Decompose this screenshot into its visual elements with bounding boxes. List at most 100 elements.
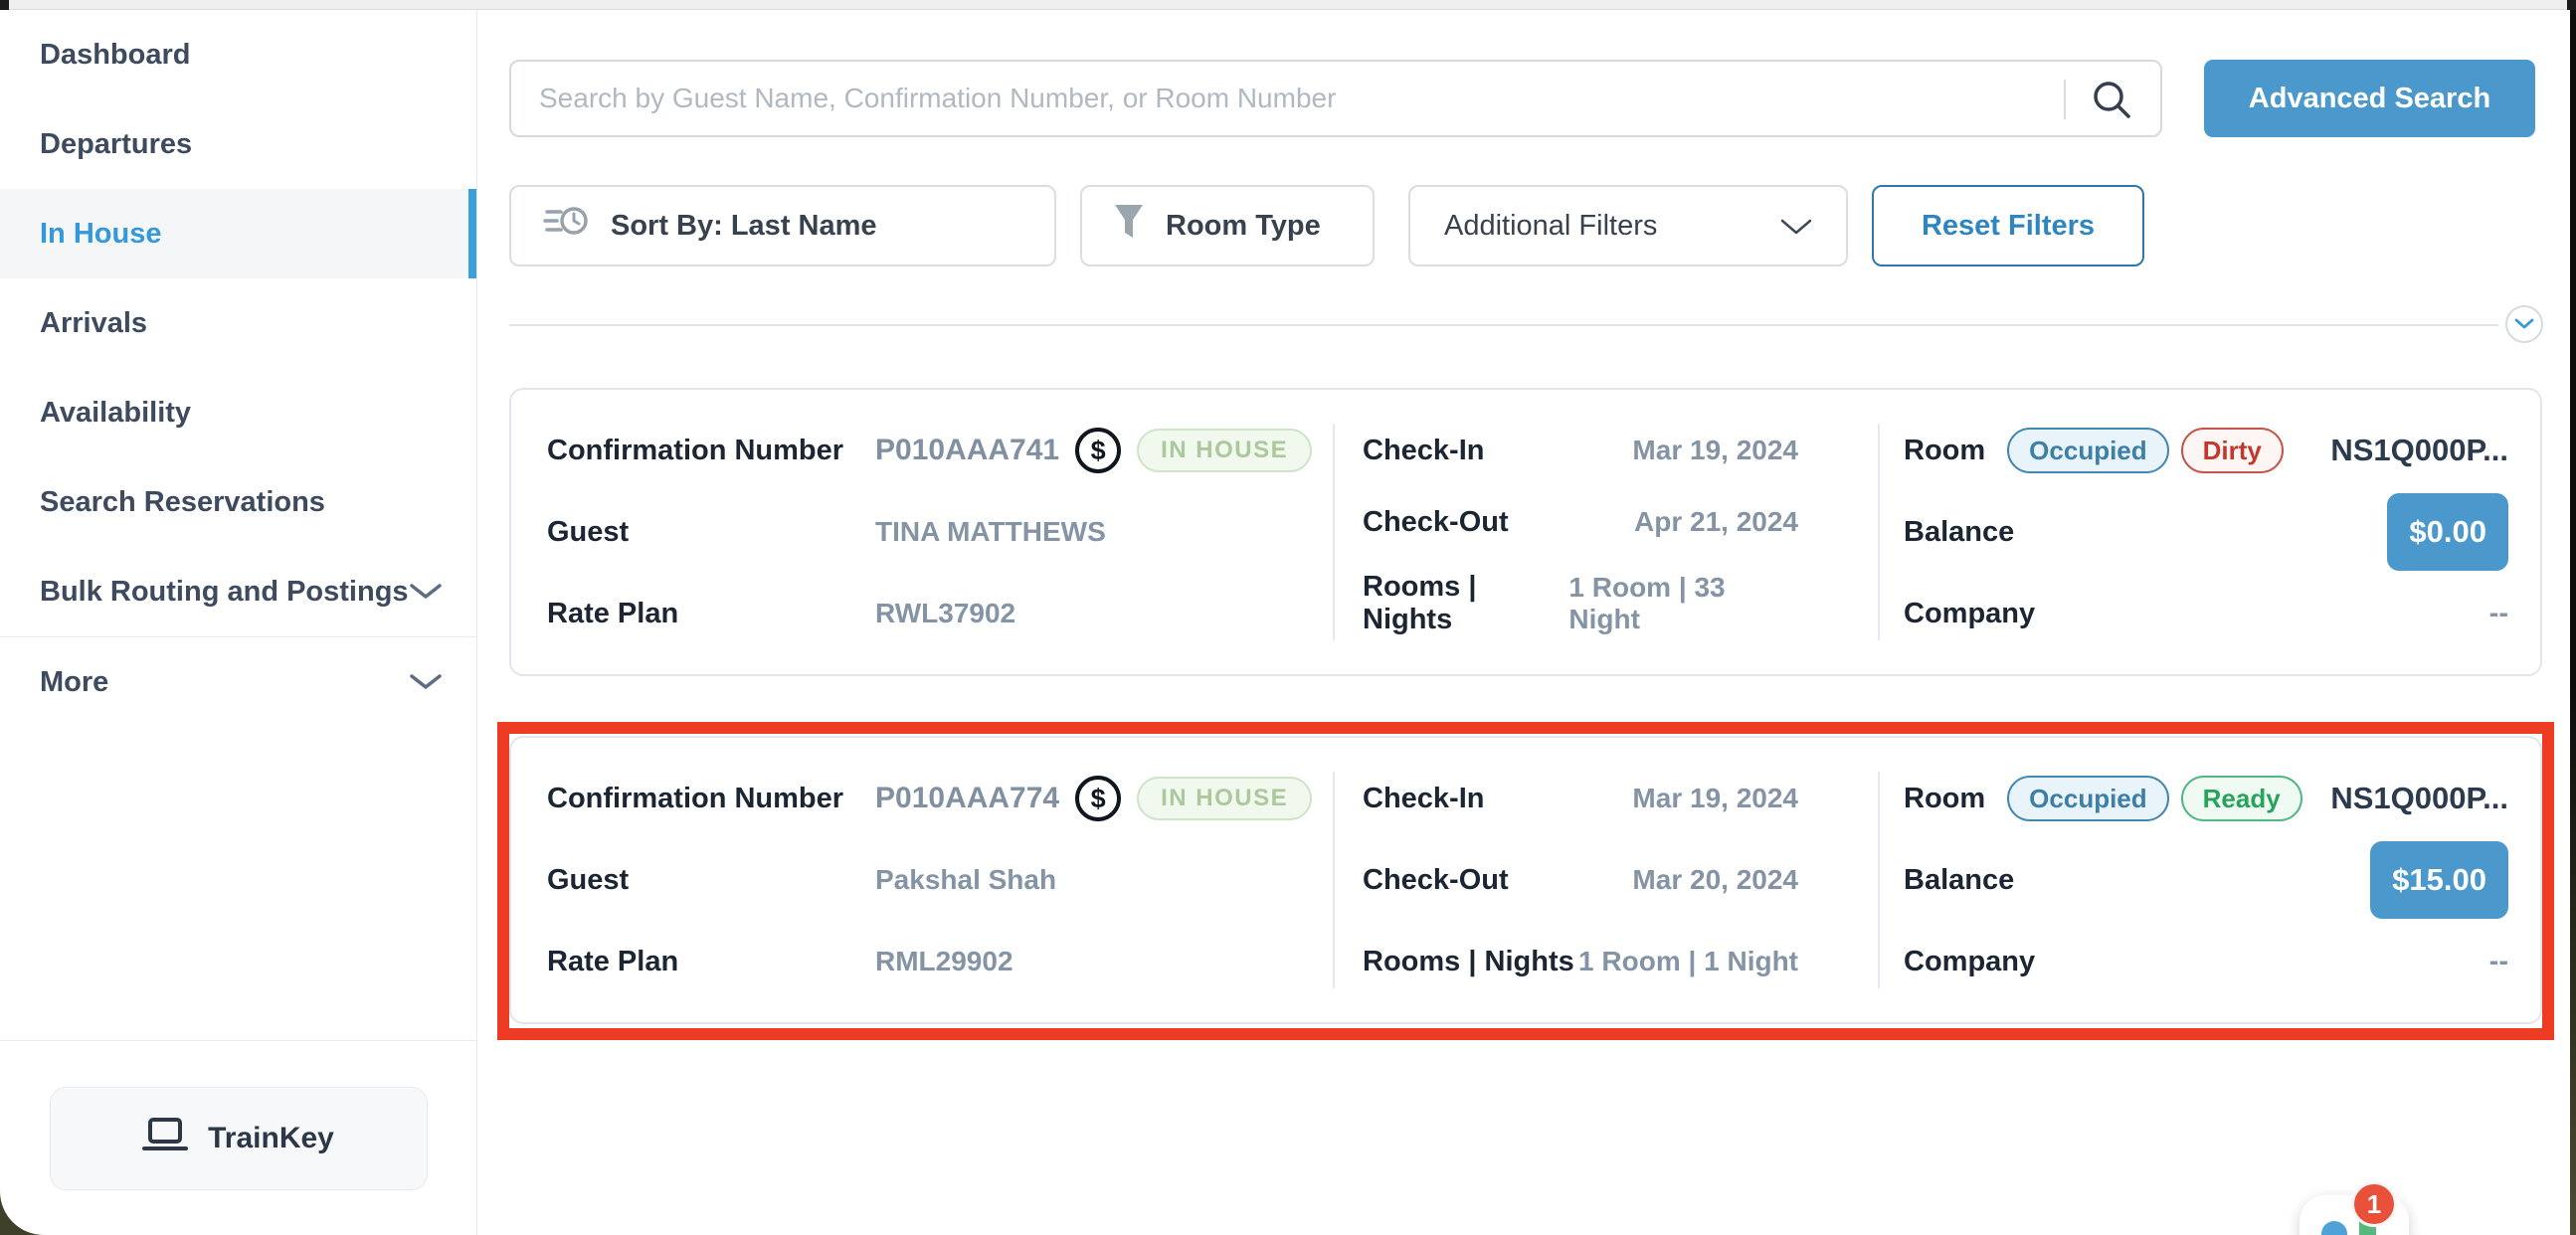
sidebar-item-label: Dashboard xyxy=(40,39,190,72)
balance-row: Balance $0.00 xyxy=(1904,493,2508,571)
additional-filters-label: Additional Filters xyxy=(1444,210,1657,243)
confirmation-number[interactable]: P010AAA774 xyxy=(875,782,1059,815)
sidebar-item-label: More xyxy=(40,666,108,699)
in-house-status-badge: IN HOUSE xyxy=(1137,777,1312,820)
sidebar-item-arrivals[interactable]: Arrivals xyxy=(0,278,476,368)
card-guest-section: Confirmation Number P010AAA741 $ IN HOUS… xyxy=(547,428,1323,636)
company-value: -- xyxy=(2489,598,2508,630)
rooms-nights-value: 1 Room | 33 Night xyxy=(1568,572,1798,635)
search-input[interactable] xyxy=(509,60,2162,137)
card-divider xyxy=(1333,424,1335,640)
check-in-date: Mar 19, 2024 xyxy=(1632,783,1798,814)
confirmation-row: Confirmation Number P010AAA741 $ IN HOUS… xyxy=(547,428,1323,473)
sidebar-item-search-reservations[interactable]: Search Reservations xyxy=(0,457,476,547)
rooms-nights-row: Rooms | Nights 1 Room | 33 Night xyxy=(1363,571,1798,636)
sidebar-item-label: Arrivals xyxy=(40,307,147,340)
collapse-chevron-button[interactable] xyxy=(2505,305,2543,343)
housekeeping-status-pill: Ready xyxy=(2181,776,2302,821)
search-icon[interactable] xyxy=(2088,76,2135,123)
card-room-section: Room Occupied Ready NS1Q000P... Balance … xyxy=(1904,776,2508,984)
sort-clock-icon xyxy=(543,202,589,250)
rate-plan-label: Rate Plan xyxy=(547,946,875,978)
company-row: Company -- xyxy=(1904,591,2508,636)
guest-label: Guest xyxy=(547,864,875,897)
company-value: -- xyxy=(2489,946,2508,978)
payment-dollar-icon[interactable]: $ xyxy=(1075,428,1121,473)
check-in-label: Check-In xyxy=(1363,435,1484,467)
check-out-date: Apr 21, 2024 xyxy=(1634,506,1798,538)
check-in-date: Mar 19, 2024 xyxy=(1632,435,1798,466)
check-out-row: Check-Out Mar 20, 2024 xyxy=(1363,857,1798,903)
sidebar-item-more[interactable]: More xyxy=(0,637,476,727)
company-label: Company xyxy=(1904,946,2035,978)
room-number: NS1Q000P... xyxy=(2330,781,2508,816)
trainkey-button[interactable]: TrainKey xyxy=(50,1087,428,1190)
confirmation-number[interactable]: P010AAA741 xyxy=(875,434,1059,467)
rate-plan-row: Rate Plan RWL37902 xyxy=(547,591,1323,636)
rate-plan-value: RWL37902 xyxy=(875,598,1015,629)
balance-button[interactable]: $15.00 xyxy=(2370,841,2508,919)
sidebar-item-in-house[interactable]: In House xyxy=(0,189,476,278)
room-row: Room Occupied Ready NS1Q000P... xyxy=(1904,776,2508,821)
sidebar-item-dashboard[interactable]: Dashboard xyxy=(0,10,476,99)
reset-filters-button[interactable]: Reset Filters xyxy=(1872,185,2144,266)
reservation-card[interactable]: Confirmation Number P010AAA741 $ IN HOUS… xyxy=(509,388,2542,676)
sidebar-item-label: Bulk Routing and Postings xyxy=(40,576,409,609)
sidebar-item-bulk-routing[interactable]: Bulk Routing and Postings xyxy=(0,547,476,636)
rate-plan-label: Rate Plan xyxy=(547,598,875,630)
helper-app-widget: 1 xyxy=(2300,1195,2459,1235)
rate-plan-row: Rate Plan RML29902 xyxy=(547,939,1323,984)
desktop-edge-strip xyxy=(2569,10,2576,1235)
payment-dollar-icon[interactable]: $ xyxy=(1075,776,1121,821)
sort-by-dropdown[interactable]: Sort By: Last Name xyxy=(509,185,1056,266)
top-right-corner xyxy=(2567,0,2576,10)
chevron-down-icon xyxy=(409,666,443,699)
balance-label: Balance xyxy=(1904,516,2014,549)
room-number: NS1Q000P... xyxy=(2330,433,2508,468)
sidebar: Dashboard Departures In House Arrivals A… xyxy=(0,10,477,1235)
guest-row: Guest Pakshal Shah xyxy=(547,857,1323,903)
check-out-label: Check-Out xyxy=(1363,506,1509,539)
additional-filters-dropdown[interactable]: Additional Filters xyxy=(1408,185,1848,266)
company-label: Company xyxy=(1904,598,2035,630)
chevron-down-icon xyxy=(1780,210,1812,243)
chevron-down-icon xyxy=(409,576,443,609)
rooms-nights-value: 1 Room | 1 Night xyxy=(1578,946,1798,977)
confirmation-label: Confirmation Number xyxy=(547,435,875,467)
main-content: Advanced Search Sort By: Last Name Room … xyxy=(478,10,2570,1235)
guest-label: Guest xyxy=(547,516,875,549)
check-in-row: Check-In Mar 19, 2024 xyxy=(1363,428,1798,473)
funnel-icon xyxy=(1112,202,1146,250)
occupied-status-pill: Occupied xyxy=(2007,776,2168,821)
sort-by-label: Sort By: Last Name xyxy=(611,210,877,243)
card-room-section: Room Occupied Dirty NS1Q000P... Balance … xyxy=(1904,428,2508,636)
check-out-label: Check-Out xyxy=(1363,864,1509,897)
balance-label: Balance xyxy=(1904,864,2014,897)
check-out-date: Mar 20, 2024 xyxy=(1632,864,1798,896)
reservation-card-highlighted[interactable]: Confirmation Number P010AAA774 $ IN HOUS… xyxy=(509,736,2542,1024)
card-divider xyxy=(1878,424,1880,640)
sidebar-item-label: Departures xyxy=(40,128,192,161)
sidebar-item-availability[interactable]: Availability xyxy=(0,368,476,457)
top-left-corner xyxy=(0,0,9,10)
confirmation-row: Confirmation Number P010AAA774 $ IN HOUS… xyxy=(547,776,1323,821)
sidebar-item-departures[interactable]: Departures xyxy=(0,99,476,189)
confirmation-label: Confirmation Number xyxy=(547,783,875,815)
laptop-icon xyxy=(142,1116,188,1161)
check-in-label: Check-In xyxy=(1363,783,1484,815)
rooms-nights-row: Rooms | Nights 1 Room | 1 Night xyxy=(1363,939,1798,984)
room-type-dropdown[interactable]: Room Type xyxy=(1080,185,1375,266)
results-divider xyxy=(509,324,2498,326)
check-out-row: Check-Out Apr 21, 2024 xyxy=(1363,499,1798,545)
balance-row: Balance $15.00 xyxy=(1904,841,2508,919)
top-strip xyxy=(0,0,2576,10)
logo-dot xyxy=(2321,1221,2347,1235)
advanced-search-button[interactable]: Advanced Search xyxy=(2204,60,2535,137)
balance-button[interactable]: $0.00 xyxy=(2387,493,2508,571)
search-divider xyxy=(2064,80,2066,119)
sidebar-item-label: Availability xyxy=(40,397,191,430)
card-divider xyxy=(1878,772,1880,988)
sidebar-item-label: Search Reservations xyxy=(40,486,325,519)
check-in-row: Check-In Mar 19, 2024 xyxy=(1363,776,1798,821)
card-dates-section: Check-In Mar 19, 2024 Check-Out Apr 21, … xyxy=(1363,428,1798,636)
